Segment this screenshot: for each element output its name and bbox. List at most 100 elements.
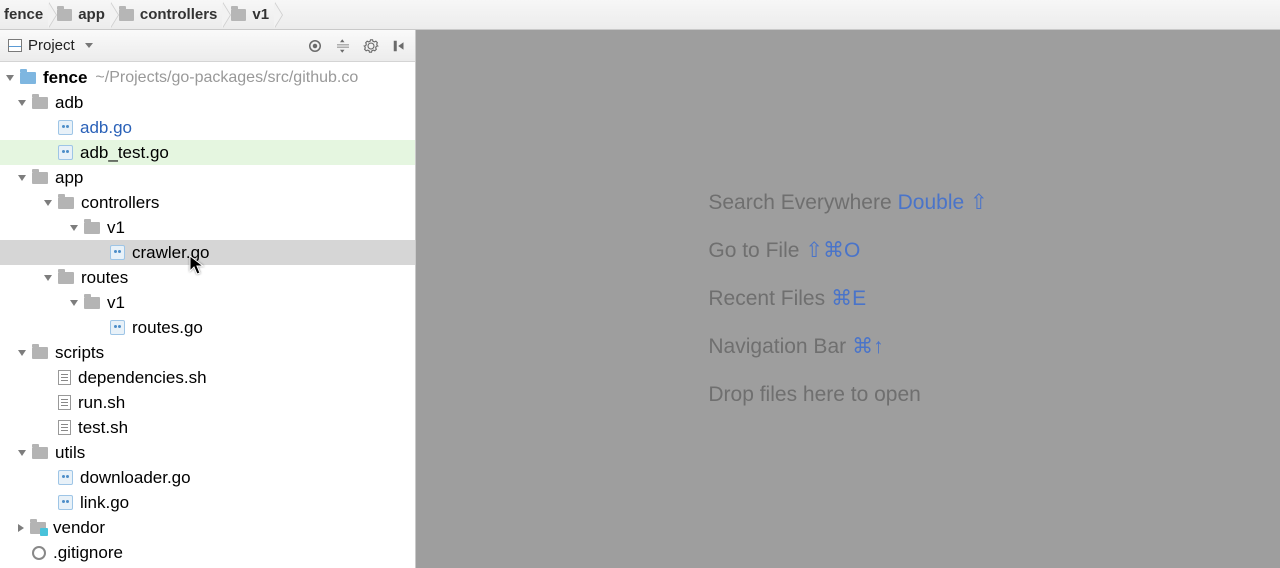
sidebar-header: Project [0, 30, 415, 62]
go-file-icon [110, 245, 125, 260]
dropdown-icon[interactable] [85, 43, 93, 48]
tree-item-routes[interactable]: routes [0, 265, 415, 290]
tree-item-v1[interactable]: v1 [0, 215, 415, 240]
expand-icon[interactable] [44, 275, 52, 281]
breadcrumb-label: controllers [140, 6, 218, 23]
locate-icon[interactable] [305, 36, 325, 56]
folder-icon [30, 522, 46, 534]
tree-item-v1[interactable]: v1 [0, 290, 415, 315]
tree-item-adb-go[interactable]: adb.go [0, 115, 415, 140]
go-file-icon [110, 320, 125, 335]
tree-label: adb.go [80, 118, 132, 138]
tree-item-vendor[interactable]: vendor [0, 515, 415, 540]
go-file-icon [58, 495, 73, 510]
breadcrumb-item-root[interactable]: fence [4, 0, 49, 29]
tree-label: test.sh [78, 418, 128, 438]
breadcrumb-item[interactable]: v1 [225, 0, 275, 29]
breadcrumb-separator [223, 2, 231, 28]
go-file-icon [58, 470, 73, 485]
tree-label: vendor [53, 518, 105, 538]
folder-icon [32, 447, 48, 459]
tree-label: controllers [81, 193, 159, 213]
tree-label: adb [55, 93, 83, 113]
tree-item-utils[interactable]: utils [0, 440, 415, 465]
project-path: ~/Projects/go-packages/src/github.co [95, 69, 358, 87]
expand-icon[interactable] [18, 350, 26, 356]
go-file-icon [58, 145, 73, 160]
editor-area[interactable]: Search EverywhereDouble ⇧ Go to File⇧⌘O … [416, 30, 1280, 568]
hint-drop-files: Drop files here to open [708, 383, 920, 406]
tree-item-routes-go[interactable]: routes.go [0, 315, 415, 340]
tree-label: fence [43, 68, 87, 88]
project-sidebar: Project fence ~/Projects/g [0, 30, 416, 568]
project-tree[interactable]: fence ~/Projects/go-packages/src/github.… [0, 62, 415, 568]
tree-item-run-sh[interactable]: run.sh [0, 390, 415, 415]
tree-label: .gitignore [53, 543, 123, 563]
tree-label: dependencies.sh [78, 368, 207, 388]
expand-icon[interactable] [18, 450, 26, 456]
gear-icon[interactable] [361, 36, 381, 56]
folder-icon [231, 9, 246, 21]
folder-icon [32, 97, 48, 109]
tree-item-dependencies-sh[interactable]: dependencies.sh [0, 365, 415, 390]
script-file-icon [58, 370, 71, 385]
expand-icon[interactable] [6, 75, 14, 81]
gitignore-icon [32, 546, 46, 560]
folder-icon [58, 272, 74, 284]
tree-label: crawler.go [132, 243, 209, 263]
tree-label: scripts [55, 343, 104, 363]
tree-item--gitignore[interactable]: .gitignore [0, 540, 415, 565]
folder-icon [58, 197, 74, 209]
tree-label: v1 [107, 293, 125, 313]
tree-item-app[interactable]: app [0, 165, 415, 190]
tree-label: adb_test.go [80, 143, 169, 163]
shortcut: ⇧⌘O [805, 239, 860, 262]
folder-icon [32, 347, 48, 359]
breadcrumb: fence app controllers v1 [0, 0, 1280, 30]
folder-icon [57, 9, 72, 21]
tree-label: utils [55, 443, 85, 463]
breadcrumb-separator [111, 2, 119, 28]
tree-item-adb_test-go[interactable]: adb_test.go [0, 140, 415, 165]
hint-go-to-file: Go to File [708, 239, 799, 262]
tree-label: app [55, 168, 83, 188]
expand-icon[interactable] [44, 200, 52, 206]
tree-item-adb[interactable]: adb [0, 90, 415, 115]
tree-item-scripts[interactable]: scripts [0, 340, 415, 365]
hide-icon[interactable] [389, 36, 409, 56]
tree-item-link-go[interactable]: link.go [0, 490, 415, 515]
collapse-icon[interactable] [333, 36, 353, 56]
tree-root[interactable]: fence ~/Projects/go-packages/src/github.… [0, 65, 415, 90]
breadcrumb-item[interactable]: controllers [113, 0, 224, 29]
shortcut: ⌘↑ [852, 335, 884, 358]
shortcut: ⌘E [831, 287, 866, 310]
tree-label: routes [81, 268, 128, 288]
expand-icon[interactable] [18, 100, 26, 106]
expand-icon[interactable] [18, 175, 26, 181]
breadcrumb-item[interactable]: app [51, 0, 111, 29]
tree-item-downloader-go[interactable]: downloader.go [0, 465, 415, 490]
hint-recent-files: Recent Files [708, 287, 825, 310]
breadcrumb-label: v1 [252, 6, 269, 23]
tree-label: downloader.go [80, 468, 191, 488]
folder-icon [119, 9, 134, 21]
go-file-icon [58, 120, 73, 135]
expand-icon[interactable] [70, 300, 78, 306]
welcome-hints: Search EverywhereDouble ⇧ Go to File⇧⌘O … [708, 179, 987, 419]
tree-item-test-sh[interactable]: test.sh [0, 415, 415, 440]
folder-icon [84, 222, 100, 234]
tree-label: run.sh [78, 393, 125, 413]
tree-item-controllers[interactable]: controllers [0, 190, 415, 215]
expand-icon[interactable] [18, 524, 24, 532]
script-file-icon [58, 395, 71, 410]
sidebar-title[interactable]: Project [28, 37, 75, 54]
folder-icon [84, 297, 100, 309]
breadcrumb-separator [275, 2, 283, 28]
project-view-icon [8, 39, 22, 52]
breadcrumb-separator [49, 2, 57, 28]
expand-icon[interactable] [70, 225, 78, 231]
script-file-icon [58, 420, 71, 435]
hint-search-everywhere: Search Everywhere [708, 191, 891, 214]
hint-navigation-bar: Navigation Bar [708, 335, 846, 358]
tree-item-crawler-go[interactable]: crawler.go [0, 240, 415, 265]
